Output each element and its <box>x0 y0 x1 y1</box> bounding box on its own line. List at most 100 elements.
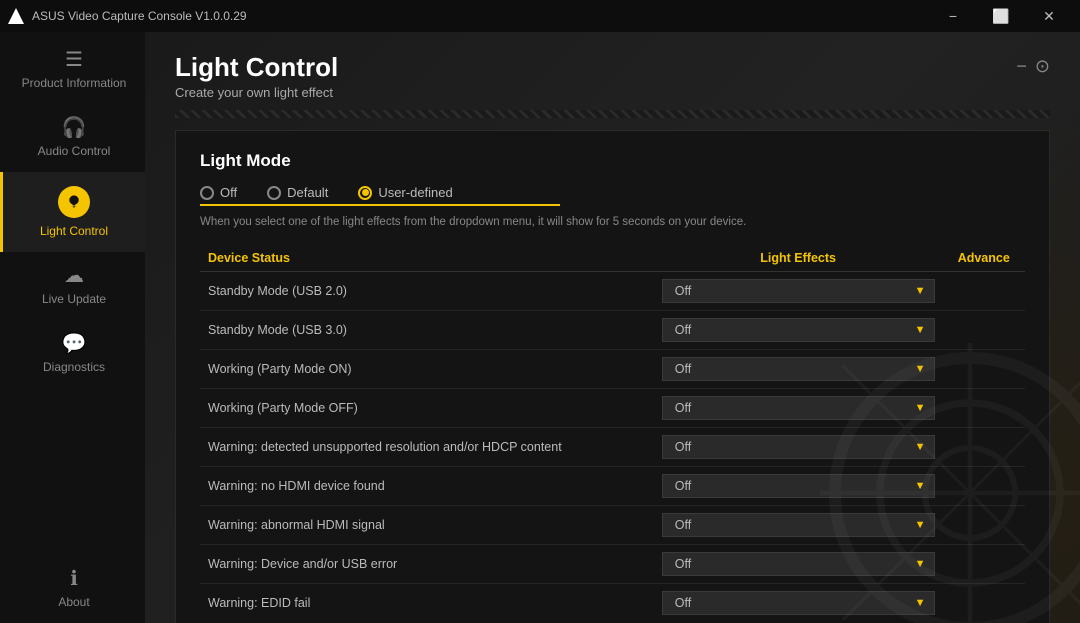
table-row: Working (Party Mode OFF) Off▼ <box>200 389 1025 428</box>
dropdown-value: Off <box>675 557 691 571</box>
stripe-divider <box>175 110 1050 118</box>
dropdown-arrow-icon: ▼ <box>915 480 926 492</box>
dropdown-arrow-icon: ▼ <box>915 363 926 375</box>
light-effect-dropdown[interactable]: Off▼ <box>662 513 935 537</box>
device-status-cell: Warning: detected unsupported resolution… <box>200 428 654 467</box>
device-status-cell: Warning: abnormal HDMI signal <box>200 506 654 545</box>
sidebar-item-diagnostics[interactable]: 💬 Diagnostics <box>0 320 145 388</box>
sidebar-bottom: ℹ About <box>0 555 145 623</box>
light-effect-dropdown[interactable]: Off ▼ <box>662 591 935 615</box>
page-subtitle: Create your own light effect <box>175 85 338 100</box>
close-button[interactable]: ✕ <box>1026 0 1072 32</box>
radio-user-defined-label: User-defined <box>378 185 452 200</box>
light-effect-cell: Off▼ <box>654 311 943 350</box>
sidebar-item-live-update[interactable]: ☁ Live Update <box>0 252 145 320</box>
app-title: ASUS Video Capture Console V1.0.0.29 <box>32 9 247 23</box>
sidebar-item-label: Light Control <box>40 224 108 238</box>
menu-icon: ☰ <box>65 50 83 70</box>
headphones-icon: 🎧 <box>62 118 87 138</box>
dropdown-value: Off <box>675 440 691 454</box>
light-effect-cell: Off ▼ <box>654 467 943 506</box>
device-status-cell: Warning: Device and/or USB error <box>200 545 654 584</box>
radio-off[interactable]: Off <box>200 185 237 200</box>
light-effect-dropdown[interactable]: Off▼ <box>662 396 935 420</box>
radio-off-label: Off <box>220 185 237 200</box>
app-container: ☰ Product Information 🎧 Audio Control Li… <box>0 32 1080 623</box>
light-icon <box>58 186 90 218</box>
table-header-row: Device Status Light Effects Advance <box>200 245 1025 272</box>
light-mode-radio-row: Off Default User-defined <box>200 185 1025 200</box>
advance-cell <box>943 467 1026 506</box>
light-effect-cell: Off ▼ <box>654 428 943 467</box>
light-effect-dropdown[interactable]: Off ▼ <box>662 552 935 576</box>
radio-default[interactable]: Default <box>267 185 328 200</box>
sidebar-item-label: Audio Control <box>38 144 111 158</box>
light-effect-dropdown[interactable]: Off ▼ <box>662 357 935 381</box>
sidebar-item-label: Diagnostics <box>43 360 105 374</box>
light-effect-cell: Off ▼ <box>654 584 943 623</box>
radio-user-defined[interactable]: User-defined <box>358 185 452 200</box>
dropdown-arrow-icon: ▼ <box>915 402 926 414</box>
sidebar-item-about[interactable]: ℹ About <box>0 555 145 623</box>
header-text: Light Control Create your own light effe… <box>175 52 338 100</box>
dropdown-value: Off <box>675 284 691 298</box>
info-icon: ℹ <box>70 569 78 589</box>
dropdown-value: Off <box>675 596 691 610</box>
advance-cell <box>943 272 1026 311</box>
minimize-icon[interactable]: − <box>1016 56 1027 77</box>
table-row: Standby Mode (USB 3.0)Off▼ <box>200 311 1025 350</box>
maximize-button[interactable]: ⬜ <box>978 0 1024 32</box>
light-effect-dropdown[interactable]: Off ▼ <box>662 474 935 498</box>
expand-icon[interactable]: ⊙ <box>1035 56 1050 77</box>
dropdown-arrow-icon: ▼ <box>915 441 926 453</box>
panel-title: Light Mode <box>200 151 1025 171</box>
light-effect-cell: Off ▼ <box>654 272 943 311</box>
device-status-cell: Working (Party Mode OFF) <box>200 389 654 428</box>
main-content: Light Control Create your own light effe… <box>145 32 1080 623</box>
sidebar-item-light-control[interactable]: Light Control <box>0 172 145 252</box>
minimize-button[interactable]: − <box>930 0 976 32</box>
table-row: Standby Mode (USB 2.0)Off▼ <box>200 272 1025 311</box>
sidebar-item-audio-control[interactable]: 🎧 Audio Control <box>0 104 145 172</box>
light-effect-dropdown[interactable]: Off ▼ <box>662 435 935 459</box>
table-row: Warning: abnormal HDMI signal Off▼ <box>200 506 1025 545</box>
device-status-cell: Working (Party Mode ON) <box>200 350 654 389</box>
radio-underline <box>200 204 560 206</box>
dropdown-value: Off <box>675 323 691 337</box>
dropdown-arrow-icon: ▼ <box>915 558 926 570</box>
chat-icon: 💬 <box>62 334 87 354</box>
dropdown-arrow-icon: ▼ <box>915 597 926 609</box>
radio-default-label: Default <box>287 185 328 200</box>
header-icons: − ⊙ <box>1016 52 1050 77</box>
sidebar-item-label: About <box>58 595 89 609</box>
asus-logo-icon <box>8 8 24 24</box>
col-advance: Advance <box>943 245 1026 272</box>
advance-cell <box>943 545 1026 584</box>
device-status-cell: Warning: no HDMI device found <box>200 467 654 506</box>
light-effect-cell: Off ▼ <box>654 350 943 389</box>
title-bar-controls: − ⬜ ✕ <box>930 0 1072 32</box>
table-row: Warning: Device and/or USB error Off ▼ <box>200 545 1025 584</box>
radio-default-circle <box>267 186 281 200</box>
device-status-cell: Warning: EDID fail <box>200 584 654 623</box>
sidebar-item-label: Product Information <box>22 76 127 90</box>
radio-off-circle <box>200 186 214 200</box>
dropdown-value: Off <box>675 362 691 376</box>
sidebar-item-product-information[interactable]: ☰ Product Information <box>0 36 145 104</box>
sidebar-item-label: Live Update <box>42 292 106 306</box>
col-light-effects: Light Effects <box>654 245 943 272</box>
dropdown-arrow-icon: ▼ <box>915 285 926 297</box>
advance-cell <box>943 506 1026 545</box>
dropdown-value: Off <box>675 479 691 493</box>
light-effect-dropdown[interactable]: Off▼ <box>662 318 935 342</box>
radio-user-defined-circle <box>358 186 372 200</box>
col-device-status: Device Status <box>200 245 654 272</box>
header-section: Light Control Create your own light effe… <box>145 32 1080 110</box>
light-effects-table: Device Status Light Effects Advance Stan… <box>200 245 1025 622</box>
table-row: Warning: detected unsupported resolution… <box>200 428 1025 467</box>
title-bar: ASUS Video Capture Console V1.0.0.29 − ⬜… <box>0 0 1080 32</box>
table-row: Warning: EDID fail Off ▼ <box>200 584 1025 623</box>
table-row: Working (Party Mode ON) Off ▼ <box>200 350 1025 389</box>
title-bar-left: ASUS Video Capture Console V1.0.0.29 <box>8 8 247 24</box>
light-effect-dropdown[interactable]: Off ▼ <box>662 279 935 303</box>
